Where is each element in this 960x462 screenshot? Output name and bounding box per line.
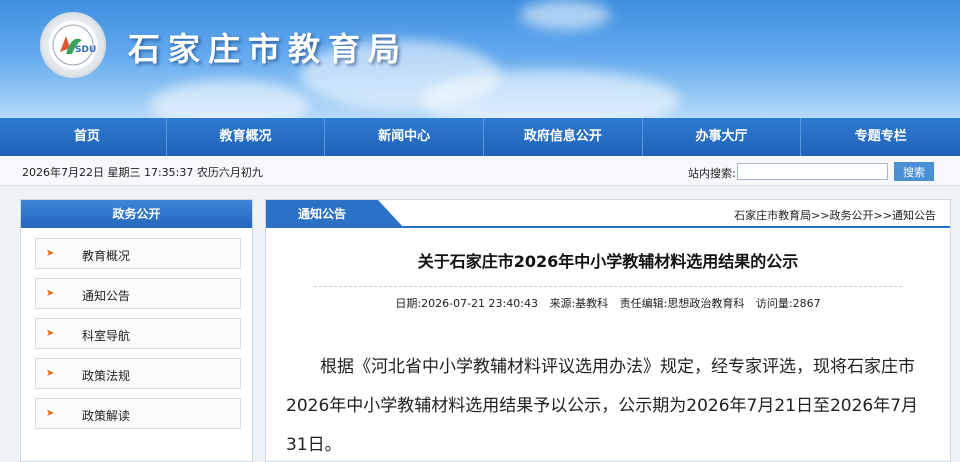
search-input[interactable] xyxy=(737,163,888,180)
info-bar: 2026年7月22日 星期三 17:35:37 农历六月初九 站内搜索: 搜索 xyxy=(0,156,960,186)
nav-item-news[interactable]: 新闻中心 xyxy=(325,118,485,156)
nav-item-services[interactable]: 办事大厅 xyxy=(643,118,802,156)
site-logo[interactable]: SDU xyxy=(40,12,106,78)
sidebar-item-interpretation[interactable]: ➤ 政策解读 xyxy=(35,398,241,429)
sidebar-item-label: 政策解读 xyxy=(82,409,131,423)
arrow-right-icon: ➤ xyxy=(46,408,55,419)
search-button[interactable]: 搜索 xyxy=(894,162,934,181)
tab-notices[interactable]: 通知公告 xyxy=(266,200,404,228)
section-tab-bar: 通知公告 石家庄市教育局>>政务公开>>通知公告 xyxy=(266,200,950,228)
arrow-right-icon: ➤ xyxy=(46,248,55,259)
nav-item-overview[interactable]: 教育概况 xyxy=(167,118,326,156)
sidebar: 政务公开 ➤ 教育概况 ➤ 通知公告 ➤ 科室导航 ➤ 政策法规 ➤ 政策解读 xyxy=(20,199,253,462)
sidebar-item-label: 教育概况 xyxy=(82,249,131,263)
breadcrumb[interactable]: 石家庄市教育局>>政务公开>>通知公告 xyxy=(734,207,936,223)
sidebar-item-notices[interactable]: ➤ 通知公告 xyxy=(35,278,241,309)
current-datetime: 2026年7月22日 星期三 17:35:37 农历六月初九 xyxy=(22,166,263,179)
article-date: 日期:2026-07-21 23:40:43 xyxy=(395,297,538,310)
svg-text:SDU: SDU xyxy=(75,45,96,55)
search-label: 站内搜索: xyxy=(688,167,736,180)
arrow-right-icon: ➤ xyxy=(46,328,55,339)
arrow-right-icon: ➤ xyxy=(46,368,55,379)
arrow-right-icon: ➤ xyxy=(46,288,55,299)
sidebar-heading: 政务公开 xyxy=(21,200,252,228)
cloud-decoration xyxy=(520,0,610,30)
sidebar-item-label: 政策法规 xyxy=(82,369,131,383)
nav-item-topics[interactable]: 专题专栏 xyxy=(801,118,960,156)
article-editor: 责任编辑:思想政治教育科 xyxy=(619,297,745,310)
sidebar-item-overview[interactable]: ➤ 教育概况 xyxy=(35,238,241,269)
main-navigation: 首页 教育概况 新闻中心 政府信息公开 办事大厅 专题专栏 xyxy=(0,118,960,156)
article-meta: 日期:2026-07-21 23:40:43 来源:基教科 责任编辑:思想政治教… xyxy=(266,295,950,311)
main-content: 通知公告 石家庄市教育局>>政务公开>>通知公告 关于石家庄市2026年中小学教… xyxy=(265,199,951,462)
header-banner: SDU 石家庄市教育局 xyxy=(0,0,960,118)
article-views: 访问量:2867 xyxy=(755,297,821,310)
article-title: 关于石家庄市2026年中小学教辅材料选用结果的公示 xyxy=(417,252,799,271)
article-body: 根据《河北省中小学教辅材料评议选用办法》规定，经专家评选，现将石家庄市2026年… xyxy=(286,357,919,455)
sidebar-item-label: 通知公告 xyxy=(82,289,131,303)
nav-item-gov-info[interactable]: 政府信息公开 xyxy=(484,118,643,156)
sidebar-item-label: 科室导航 xyxy=(82,329,131,343)
logo-emblem-icon: SDU xyxy=(52,24,96,66)
nav-item-home[interactable]: 首页 xyxy=(8,118,167,156)
divider xyxy=(314,286,902,287)
sidebar-item-regulations[interactable]: ➤ 政策法规 xyxy=(35,358,241,389)
sidebar-item-departments[interactable]: ➤ 科室导航 xyxy=(35,318,241,349)
cloud-decoration xyxy=(150,80,310,118)
article-source: 来源:基教科 xyxy=(549,297,609,310)
site-title: 石家庄市教育局 xyxy=(128,30,409,68)
